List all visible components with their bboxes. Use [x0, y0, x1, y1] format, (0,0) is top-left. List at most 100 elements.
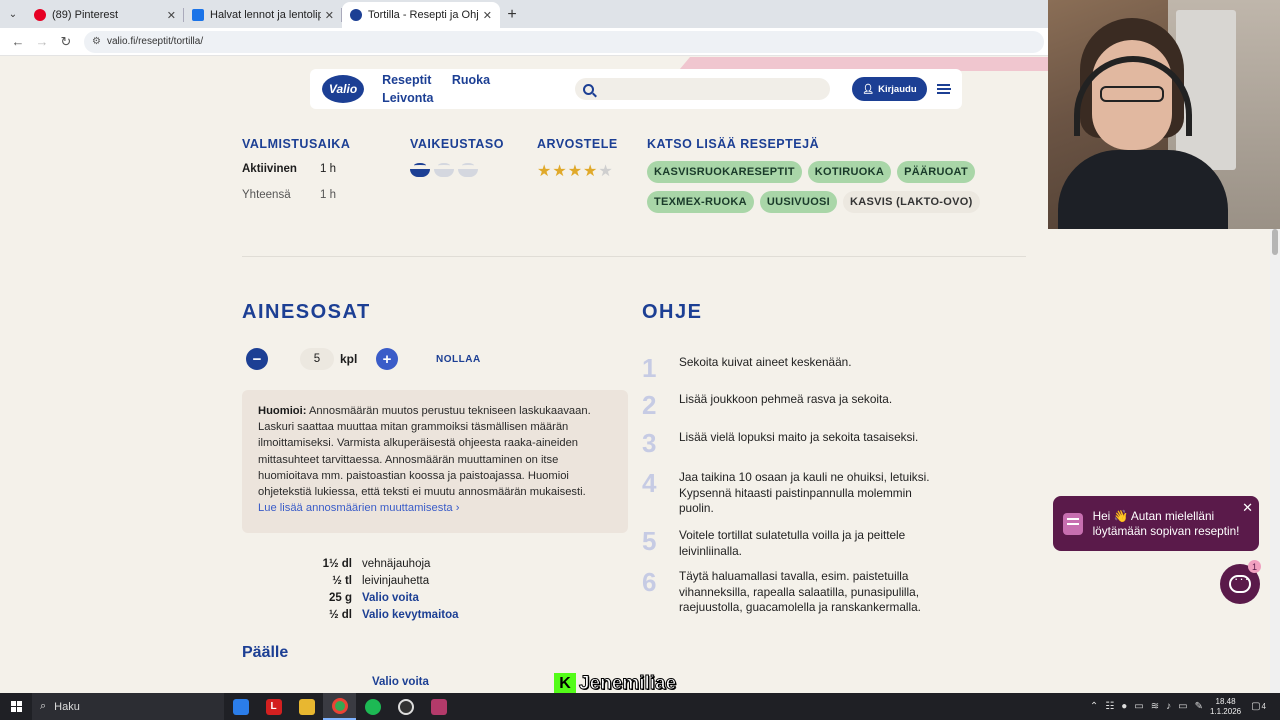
topping-ingredient-link[interactable]: Valio voita — [372, 676, 429, 688]
recipe-tag[interactable]: PÄÄRUOAT — [897, 161, 976, 183]
taskbar-app-chrome[interactable] — [323, 693, 356, 720]
site-settings-icon[interactable]: ⚙ — [92, 36, 101, 47]
ingredient-row: 25 g Valio voita — [290, 589, 459, 606]
star-icon[interactable]: ★ — [537, 161, 551, 181]
chevron-up-icon[interactable]: ⌃ — [1090, 701, 1098, 712]
url-input[interactable]: ⚙ valio.fi/reseptit/tortilla/ — [84, 30, 1044, 53]
recipe-tag[interactable]: KASVIS (LAKTO-OVO) — [843, 191, 980, 213]
instruction-step: 5 Voitele tortillat sulatetulla voilla ja… — [642, 526, 949, 559]
ingredients-heading: AINESOSAT — [242, 301, 371, 323]
taskbar-app-obs[interactable] — [389, 693, 422, 720]
portion-count[interactable]: 5 — [300, 348, 334, 370]
start-button[interactable] — [0, 693, 32, 720]
portion-note: Huomioi: Annosmäärän muutos perustuu tek… — [242, 390, 628, 533]
search-input[interactable] — [575, 78, 831, 100]
app-icon: L — [265, 698, 282, 715]
tab-pinterest[interactable]: (89) Pinterest ✕ — [26, 2, 184, 28]
ingredient-amount: ½ dl — [328, 608, 352, 621]
taskbar-app-explorer[interactable] — [290, 693, 323, 720]
microphone-icon[interactable]: ● — [1121, 701, 1127, 712]
increase-portion-button[interactable]: + — [376, 348, 398, 370]
reset-portions-button[interactable]: NOLLAA — [436, 354, 481, 365]
instruction-step: 3 Lisää vielä lopuksi maito ja sekoita ta… — [642, 428, 949, 458]
reload-icon[interactable]: ↻ — [54, 30, 78, 54]
total-time-value: 1 h — [320, 189, 336, 201]
rating-heading: ARVOSTELE — [537, 137, 618, 151]
note-read-more-link[interactable]: Lue lisää annosmäärien muuttamisesta › — [258, 500, 612, 516]
close-icon[interactable]: ✕ — [1242, 500, 1253, 516]
battery-icon[interactable]: ▭ — [1178, 701, 1187, 712]
main-nav: Reseptit Ruoka Leivonta — [382, 71, 569, 107]
instruction-step: 2 Lisää joukkoon pehmeä rasva ja sekoita. — [642, 390, 949, 420]
star-icon[interactable]: ★ — [583, 161, 597, 181]
ingredient-link[interactable]: Valio voita — [362, 592, 419, 604]
total-time-label: Yhteensä — [242, 189, 291, 201]
close-icon[interactable]: ✕ — [167, 9, 176, 22]
chrome-icon — [331, 697, 348, 714]
address-bar: ← → ↻ ⚙ valio.fi/reseptit/tortilla/ — [0, 28, 1048, 56]
nav-leivonta[interactable]: Leivonta — [382, 91, 433, 105]
star-icon[interactable]: ★ — [568, 161, 582, 181]
step-text: Voitele tortillat sulatetulla voilla ja … — [679, 528, 906, 558]
forward-arrow-icon[interactable]: → — [30, 30, 54, 54]
ingredient-amount: 25 g — [328, 591, 352, 604]
back-arrow-icon[interactable]: ← — [6, 30, 30, 54]
network-icon[interactable]: ☷ — [1105, 701, 1114, 712]
recipe-tag[interactable]: KASVISRUOKARESEPTIT — [647, 161, 802, 183]
instruction-step: 1 Sekoita kuivat aineet keskenään. — [642, 353, 949, 383]
decrease-portion-button[interactable]: − — [246, 348, 268, 370]
recipe-tag[interactable]: KOTIRUOKA — [807, 161, 892, 183]
step-number: 4 — [642, 468, 657, 498]
wifi-icon[interactable]: ≋ — [1151, 701, 1159, 712]
browser-tab-bar: ⌄ (89) Pinterest ✕ Halvat lennot ja lent… — [0, 0, 1048, 28]
pinterest-favicon-icon — [34, 9, 46, 21]
login-button[interactable]: 👤︎ Kirjaudu — [852, 77, 927, 101]
streamer-name: Jenemiliae — [578, 673, 677, 695]
tab-title: Tortilla - Resepti ja Ohje - Valio — [368, 9, 479, 21]
chat-message: Hei 👋 Autan mielelläni löytämään sopivan… — [1092, 508, 1240, 538]
tab-valio[interactable]: Tortilla - Resepti ja Ohje - Valio ✕ — [342, 2, 500, 28]
notification-icon[interactable]: ▢ 4 — [1251, 701, 1273, 712]
rating-stars[interactable]: ★ ★ ★ ★ ★ — [537, 161, 618, 181]
app-icon — [430, 698, 447, 715]
close-icon[interactable]: ✕ — [325, 9, 334, 22]
step-number: 2 — [642, 390, 657, 420]
app-icon — [232, 698, 249, 715]
close-icon[interactable]: ✕ — [483, 9, 492, 22]
webcam-overlay — [1048, 0, 1280, 229]
prep-time-section: VALMISTUSAIKA Aktiivinen 1 h Yhteensä 1 … — [242, 137, 350, 201]
taskbar-search[interactable]: ⌕ Haku — [32, 693, 224, 720]
valio-favicon-icon — [350, 9, 362, 21]
taskbar-app-spotify[interactable] — [356, 693, 389, 720]
kick-logo-icon: K — [554, 673, 576, 695]
note-text: Annosmäärän muutos perustuu tekniseen la… — [258, 405, 591, 499]
pen-icon[interactable]: ✎ — [1195, 701, 1203, 712]
chat-message-bubble[interactable]: Hei 👋 Autan mielelläni löytämään sopivan… — [1053, 496, 1259, 551]
taskbar-app-other[interactable] — [422, 693, 455, 720]
spotify-icon — [364, 698, 381, 715]
scrollbar-thumb[interactable] — [1272, 229, 1278, 255]
taskbar-app-edge[interactable] — [224, 693, 257, 720]
ingredient-amount: 1½ dl — [322, 557, 352, 570]
taskbar-app-l[interactable]: L — [257, 693, 290, 720]
nav-ruoka[interactable]: Ruoka — [452, 73, 490, 87]
recipe-tag[interactable]: UUSIVUOSI — [759, 191, 838, 213]
nav-reseptit[interactable]: Reseptit — [382, 73, 431, 87]
tab-search-chevron-icon[interactable]: ⌄ — [0, 0, 26, 28]
hamburger-menu-icon[interactable] — [936, 84, 952, 94]
volume-icon[interactable]: ♪ — [1166, 701, 1171, 712]
valio-logo[interactable]: Valio — [322, 75, 365, 103]
ingredient-link[interactable]: Valio kevytmaitoa — [362, 609, 459, 621]
portion-stepper: − 5 kpl + — [246, 348, 398, 370]
search-icon: ⌕ — [40, 700, 47, 712]
step-text: Lisää vielä lopuksi maito ja sekoita tas… — [679, 430, 919, 444]
ingredient-row: 1½ dl vehnäjauhoja — [290, 555, 459, 572]
new-tab-button[interactable]: + — [500, 2, 524, 28]
star-icon[interactable]: ★ — [598, 161, 612, 181]
star-icon[interactable]: ★ — [552, 161, 566, 181]
display-icon[interactable]: ▭ — [1134, 701, 1143, 712]
tab-flights[interactable]: Halvat lennot ja lentoliput kaikk ✕ — [184, 2, 342, 28]
difficulty-bowl-icon — [434, 163, 454, 177]
clock[interactable]: 18.48 1.1.2026 — [1210, 697, 1241, 717]
recipe-tag[interactable]: TEXMEX-RUOKA — [647, 191, 754, 213]
